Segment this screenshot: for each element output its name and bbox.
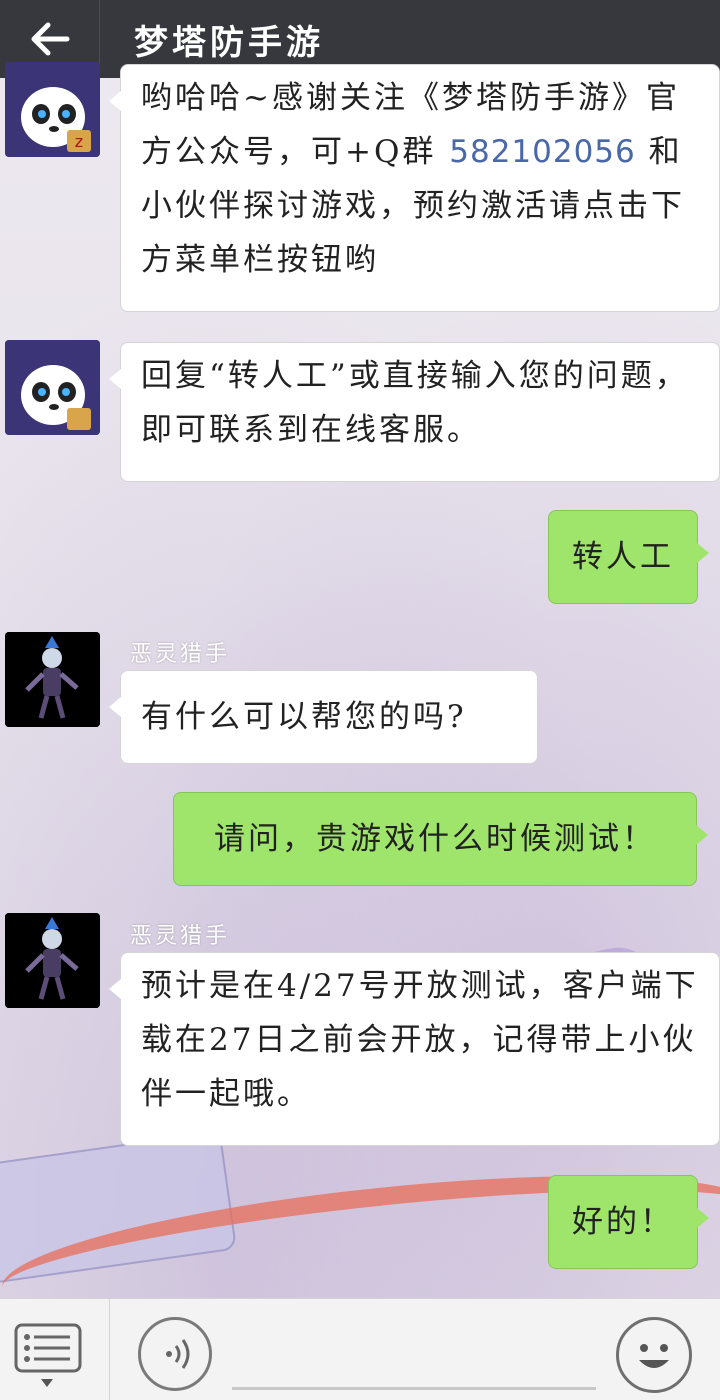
panda-avatar[interactable]: z	[5, 62, 100, 157]
message-text: 好的！	[572, 1204, 674, 1240]
panda-avatar-image: z	[5, 62, 100, 157]
character-avatar-image	[5, 913, 100, 1008]
qq-group-number[interactable]: 582102056	[449, 134, 636, 170]
message-text: 回复“转人工”或直接输入您的问题，即可联系到在线客服。	[141, 358, 689, 448]
arrow-left-icon	[31, 22, 69, 56]
message-text: 请问，贵游戏什么时候测试！	[214, 821, 656, 857]
menu-toggle-button[interactable]	[0, 1299, 110, 1400]
message-bubble: 回复“转人工”或直接输入您的问题，即可联系到在线客服。	[109, 342, 720, 482]
voice-icon	[166, 1339, 190, 1369]
panda-avatar[interactable]	[5, 340, 100, 435]
list-menu-icon	[14, 1323, 82, 1387]
message-text: 有什么可以帮您的吗?	[141, 699, 467, 735]
sent-message-bubble: 请问，贵游戏什么时候测试！	[173, 792, 708, 886]
page-title: 梦塔防手游	[134, 22, 324, 63]
panda-avatar-image	[5, 340, 100, 435]
sent-message-bubble: 好的！	[548, 1175, 709, 1269]
smiley-icon	[639, 1344, 669, 1368]
character-avatar-image	[5, 632, 100, 727]
emoji-button[interactable]	[616, 1317, 692, 1393]
voice-input-button[interactable]	[138, 1317, 212, 1391]
sender-name: 恶灵猎手	[130, 642, 231, 667]
message-input-field[interactable]	[232, 1387, 596, 1390]
message-text: 预计是在4/27号开放测试，客户端下载在27日之前会开放，记得带上小伙伴一起哦。	[141, 968, 699, 1112]
bottom-input-bar	[0, 1298, 720, 1400]
message-text: 转人工	[572, 539, 674, 575]
message-bubble: 哟哈哈~感谢关注《梦塔防手游》官方公众号，可+Q群 582102056 和小伙伴…	[109, 64, 720, 312]
sender-name: 恶灵猎手	[130, 924, 231, 949]
svg-text:z: z	[75, 132, 83, 151]
character-avatar[interactable]	[5, 913, 100, 1008]
message-bubble: 预计是在4/27号开放测试，客户端下载在27日之前会开放，记得带上小伙伴一起哦。	[109, 952, 720, 1146]
sent-message-bubble: 转人工	[548, 510, 709, 604]
character-avatar[interactable]	[5, 632, 100, 727]
message-bubble: 有什么可以帮您的吗?	[109, 670, 538, 764]
